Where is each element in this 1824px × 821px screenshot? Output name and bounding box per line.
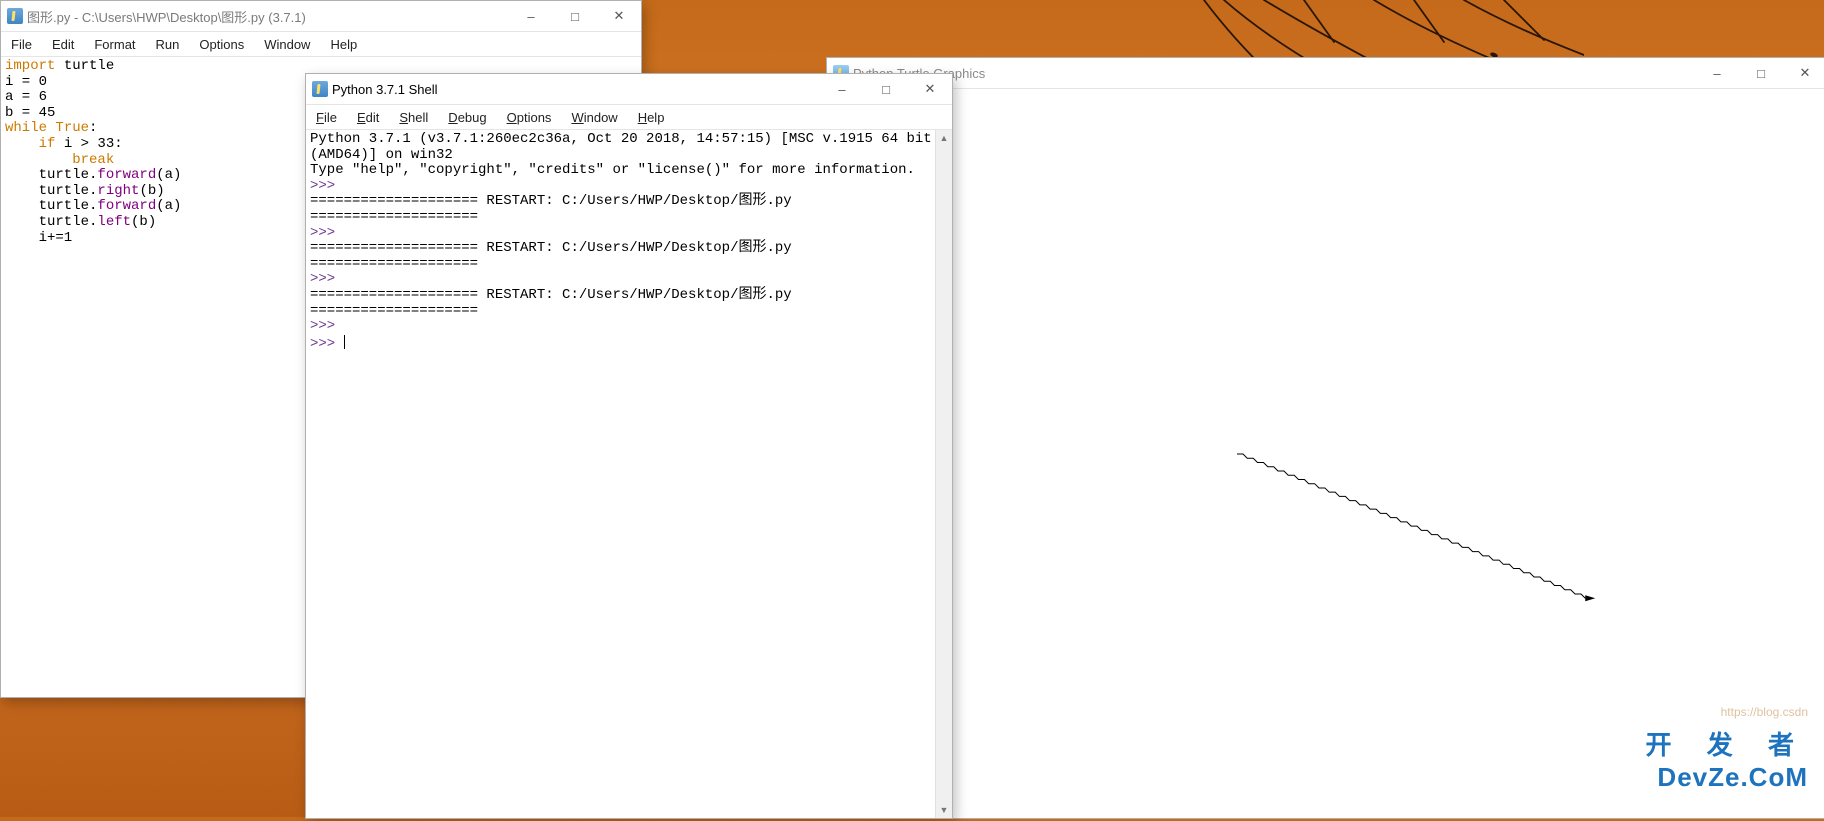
turtle-title: Python Turtle Graphics bbox=[849, 66, 1695, 81]
menu-help[interactable]: Help bbox=[628, 105, 675, 129]
window-controls: – □ ✕ bbox=[509, 1, 641, 31]
shell-output[interactable]: Python 3.7.1 (v3.7.1:260ec2c36a, Oct 20 … bbox=[306, 130, 952, 818]
window-controls: – □ ✕ bbox=[820, 74, 952, 104]
menu-edit[interactable]: Edit bbox=[347, 105, 389, 129]
maximize-button[interactable]: □ bbox=[864, 74, 908, 104]
close-button[interactable]: ✕ bbox=[1783, 58, 1824, 88]
python-shell-window: Python 3.7.1 Shell – □ ✕ FileEditShellDe… bbox=[305, 73, 953, 819]
menu-window[interactable]: Window bbox=[561, 105, 627, 129]
idle-editor-title: 图形.py - C:\Users\HWP\Desktop\图形.py (3.7.… bbox=[23, 7, 509, 26]
menu-edit[interactable]: Edit bbox=[42, 32, 84, 56]
shell-title: Python 3.7.1 Shell bbox=[328, 82, 820, 97]
menu-options[interactable]: Options bbox=[189, 32, 254, 56]
idle-editor-menubar: FileEditFormatRunOptionsWindowHelp bbox=[1, 32, 641, 57]
scroll-up-icon[interactable]: ▲ bbox=[936, 130, 952, 146]
menu-shell[interactable]: Shell bbox=[389, 105, 438, 129]
idle-editor-titlebar[interactable]: 图形.py - C:\Users\HWP\Desktop\图形.py (3.7.… bbox=[1, 1, 641, 32]
shell-titlebar[interactable]: Python 3.7.1 Shell – □ ✕ bbox=[306, 74, 952, 105]
menu-format[interactable]: Format bbox=[84, 32, 145, 56]
close-button[interactable]: ✕ bbox=[597, 1, 641, 31]
menu-file[interactable]: File bbox=[306, 105, 347, 129]
menu-help[interactable]: Help bbox=[320, 32, 367, 56]
turtle-titlebar[interactable]: Python Turtle Graphics – □ ✕ bbox=[827, 58, 1824, 89]
maximize-button[interactable]: □ bbox=[1739, 58, 1783, 88]
menu-run[interactable]: Run bbox=[146, 32, 190, 56]
minimize-button[interactable]: – bbox=[820, 74, 864, 104]
turtle-canvas[interactable] bbox=[827, 89, 1824, 818]
close-button[interactable]: ✕ bbox=[908, 74, 952, 104]
menu-options[interactable]: Options bbox=[497, 105, 562, 129]
python-idle-icon bbox=[312, 81, 328, 97]
window-controls: – □ ✕ bbox=[1695, 58, 1824, 88]
menu-window[interactable]: Window bbox=[254, 32, 320, 56]
scroll-track[interactable] bbox=[936, 146, 952, 802]
shell-scrollbar[interactable]: ▲ ▼ bbox=[935, 130, 952, 818]
turtle-window: Python Turtle Graphics – □ ✕ bbox=[826, 57, 1824, 819]
minimize-button[interactable]: – bbox=[509, 1, 553, 31]
menu-debug[interactable]: Debug bbox=[438, 105, 496, 129]
turtle-drawing bbox=[827, 89, 1824, 818]
python-idle-icon bbox=[7, 8, 23, 24]
minimize-button[interactable]: – bbox=[1695, 58, 1739, 88]
shell-menubar: FileEditShellDebugOptionsWindowHelp bbox=[306, 105, 952, 130]
scroll-down-icon[interactable]: ▼ bbox=[936, 802, 952, 818]
menu-file[interactable]: File bbox=[1, 32, 42, 56]
maximize-button[interactable]: □ bbox=[553, 1, 597, 31]
